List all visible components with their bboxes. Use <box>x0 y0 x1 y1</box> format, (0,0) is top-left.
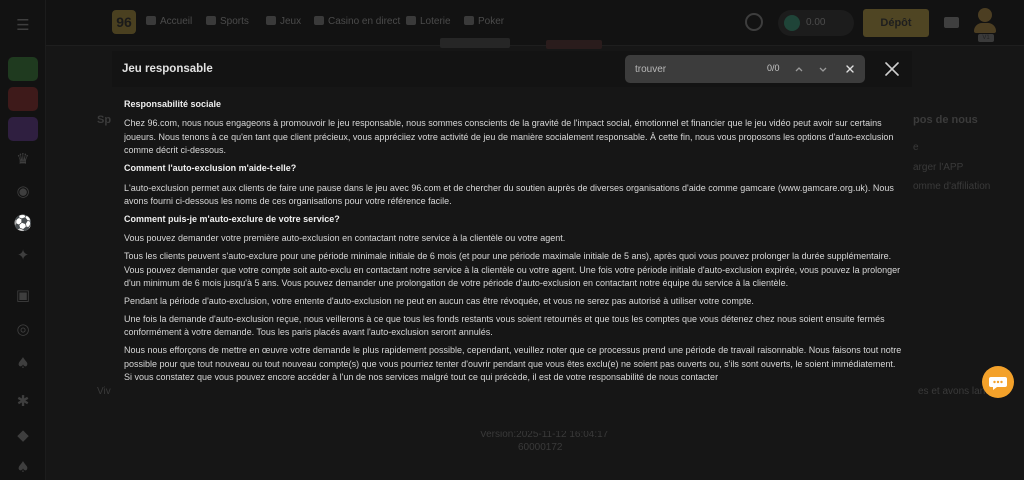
promo-tile-purple[interactable] <box>8 117 38 141</box>
promo-tile-green[interactable] <box>8 57 38 81</box>
site-logo[interactable]: 96 <box>112 10 136 34</box>
footer-link-download-app[interactable]: arger l'APP <box>913 162 963 173</box>
partner-logo-96 <box>440 38 510 48</box>
partner-logo-burnley <box>546 40 602 49</box>
lottery-nav-icon <box>406 16 416 25</box>
footer-link-affiliate[interactable]: omme d'affiliation <box>913 181 990 192</box>
tether-coin-icon <box>784 15 800 31</box>
live-casino-icon <box>314 16 324 25</box>
target-icon[interactable]: ◎ <box>12 318 34 340</box>
find-close-icon[interactable] <box>842 61 858 77</box>
modal-body: Responsabilité sociale Chez 96.com, nous… <box>124 98 902 423</box>
nav-games[interactable]: Jeux <box>266 16 301 27</box>
nav-live-casino[interactable]: Casino en direct <box>314 16 400 27</box>
balance-amount: 0.00 <box>806 17 826 28</box>
ball-icon[interactable]: ⚽ <box>12 212 34 234</box>
nav-home[interactable]: Accueil <box>146 16 192 27</box>
footer-left-text: Viv <box>97 386 111 397</box>
topbar: 96 Accueil Sports Jeux Casino en direct … <box>46 0 1024 46</box>
find-input[interactable] <box>635 62 755 76</box>
avatar[interactable]: V1 <box>974 8 996 42</box>
paragraph: Tous les clients peuvent s'auto-exclure … <box>124 251 901 288</box>
poker-icon <box>464 16 474 25</box>
paragraph: L'auto-exclusion permet aux clients de f… <box>124 182 894 206</box>
footer-link[interactable]: e <box>913 142 919 153</box>
section-heading: Comment l'auto-exclusion m'aide-t-elle? <box>124 163 297 174</box>
section-heading: Responsabilité sociale <box>124 99 222 109</box>
mail-icon[interactable] <box>944 17 959 28</box>
paragraph: Nous nous efforçons de mettre en œuvre v… <box>124 345 902 382</box>
modal-title: Jeu responsable <box>122 63 213 75</box>
sports-icon[interactable]: ◉ <box>12 180 34 202</box>
find-bar: 0/0 <box>625 55 865 83</box>
star-icon[interactable]: ✦ <box>12 244 34 266</box>
crown-icon[interactable]: ♛ <box>12 148 34 170</box>
avatar-body <box>974 23 996 33</box>
promo-tile-red[interactable] <box>8 87 38 111</box>
section-heading: Comment puis-je m'auto-exclure de votre … <box>124 213 340 224</box>
sidebar: ☰ ♛ ◉ ⚽ ✦ ▣ ◎ ♠ ✱ ◆ ♠ <box>0 0 46 480</box>
paragraph: Pendant la période d'auto-exclusion, vot… <box>124 295 754 306</box>
close-icon[interactable] <box>883 60 901 78</box>
paragraph: Vous pouvez demander votre première auto… <box>124 233 566 244</box>
responsible-gaming-modal: Jeu responsable Responsabilité sociale C… <box>112 51 912 431</box>
cards-icon[interactable]: ♠ <box>12 352 34 374</box>
balance-display[interactable]: 0.00 <box>778 10 854 36</box>
nav-poker[interactable]: Poker <box>464 16 504 27</box>
paragraph: Une fois la demande d'auto-exclusion reç… <box>124 313 885 338</box>
lottery-icon[interactable]: ✱ <box>12 390 34 412</box>
footer-about-heading: pos de nous <box>913 114 978 126</box>
spade-icon[interactable]: ♠ <box>12 456 34 478</box>
deposit-button[interactable]: Dépôt <box>863 9 929 37</box>
chevron-up-icon[interactable] <box>791 61 807 77</box>
chat-bubble-icon <box>989 377 1007 390</box>
slots-icon[interactable]: ▣ <box>12 284 34 306</box>
avatar-head <box>978 8 992 22</box>
find-match-count: 0/0 <box>767 63 780 73</box>
home-icon <box>146 16 156 25</box>
chat-support-button[interactable] <box>982 366 1014 398</box>
paragraph: Chez 96.com, nous nous engageons à promo… <box>124 118 894 156</box>
footer-left-heading: Sp <box>97 114 112 126</box>
vip-level-badge: V1 <box>978 34 994 42</box>
dice-icon[interactable]: ◆ <box>12 424 34 446</box>
menu-icon[interactable]: ☰ <box>12 14 34 36</box>
search-icon[interactable] <box>745 13 763 31</box>
build-number: 60000172 <box>518 442 563 453</box>
nav-sports[interactable]: Sports <box>206 16 249 27</box>
chevron-down-icon[interactable] <box>815 61 831 77</box>
games-icon <box>266 16 276 25</box>
nav-lottery[interactable]: Loterie <box>406 16 451 27</box>
sports-nav-icon <box>206 16 216 25</box>
